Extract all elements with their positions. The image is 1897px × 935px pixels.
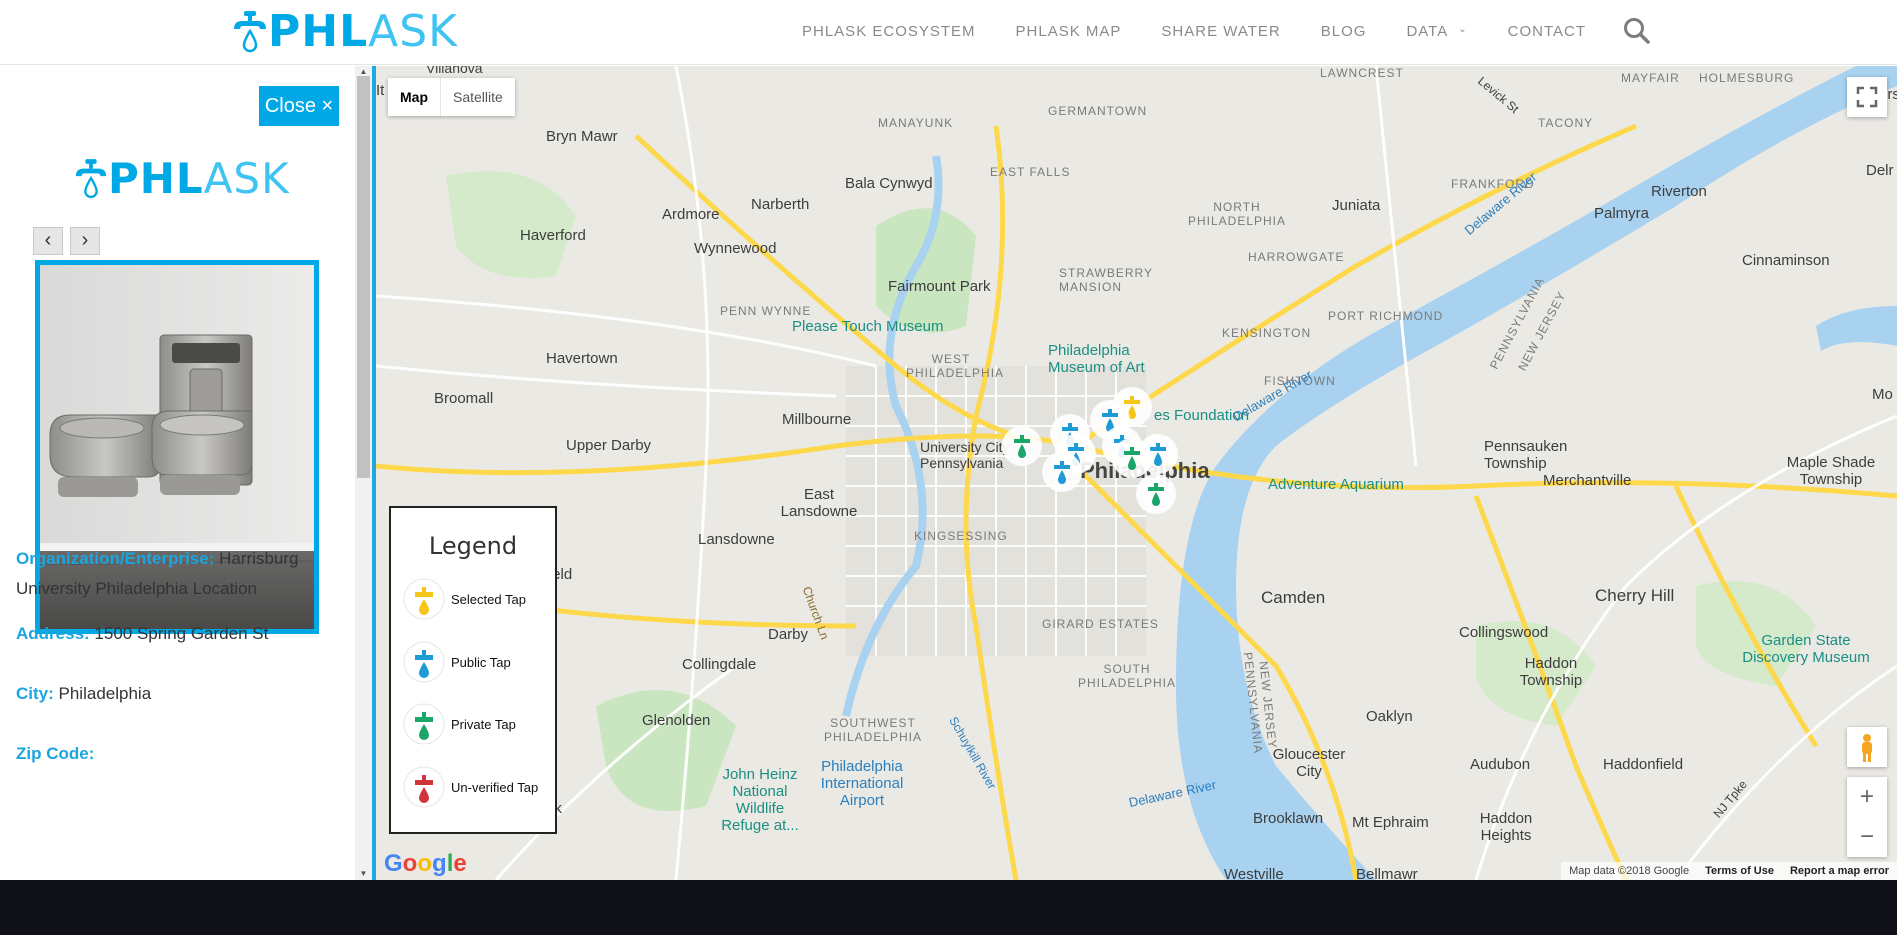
unverified-tap-icon — [403, 766, 445, 808]
search-icon[interactable] — [1622, 16, 1652, 46]
panel-logo-wordmark: PHLASK — [108, 157, 290, 200]
zip-key: Zip Code: — [16, 744, 95, 763]
scrollbar-thumb[interactable] — [357, 76, 370, 478]
nav-share-water[interactable]: SHARE WATER — [1161, 23, 1280, 40]
top-navbar: PHLASK PHLASK ECOSYSTEM PHLASK MAP SHARE… — [0, 0, 1897, 65]
street-view-pegman-icon[interactable] — [1847, 727, 1887, 767]
tap-marker-private[interactable] — [1136, 474, 1176, 514]
zoom-control: + − — [1847, 777, 1887, 857]
tap-markers-layer — [1002, 387, 1178, 514]
city-key: City: — [16, 684, 54, 703]
logo-phl: PHL — [268, 6, 369, 57]
logo-phl: PHL — [108, 153, 204, 203]
legend-label-selected: Selected Tap — [451, 591, 526, 607]
faucet-logo-icon — [75, 158, 107, 198]
legend-item-unverified: Un-verified Tap — [403, 766, 538, 808]
panel-phlask-logo: PHLASK — [74, 156, 290, 201]
scroll-down-icon[interactable]: ▼ — [355, 868, 372, 880]
legend-item-public: Public Tap — [403, 641, 511, 683]
terms-of-use-link[interactable]: Terms of Use — [1705, 865, 1774, 877]
map-attribution: Map data ©2018 Google Terms of Use Repor… — [1561, 862, 1897, 880]
legend-item-selected: Selected Tap — [403, 578, 526, 620]
nav-phlask-ecosystem[interactable]: PHLASK ECOSYSTEM — [802, 23, 976, 40]
logo-ask: ASK — [203, 153, 290, 203]
city-field: City: Philadelphia — [16, 679, 336, 709]
legend-item-private: Private Tap — [403, 703, 516, 745]
legend-label-public: Public Tap — [451, 654, 511, 670]
address-value: 1500 Spring Garden St — [94, 624, 269, 643]
public-tap-icon — [403, 641, 445, 683]
google-logo[interactable]: Google — [384, 850, 467, 878]
map-type-control: Map Satellite — [388, 78, 515, 116]
faucet-logo-icon — [234, 11, 266, 53]
panel-scrollbar[interactable]: ▲ ▼ — [355, 66, 372, 880]
next-photo-button[interactable]: › — [70, 227, 100, 255]
legend-title: Legend — [428, 532, 518, 560]
map-view[interactable]: It Villanova Bryn Mawr MANAYUNK GERMANTO… — [376, 66, 1897, 880]
close-button[interactable]: Close × — [259, 86, 339, 126]
nav-data-label: DATA — [1406, 22, 1449, 40]
address-key: Address: — [16, 624, 90, 643]
prev-photo-button[interactable]: ‹ — [33, 227, 63, 255]
zoom-out-button[interactable]: − — [1847, 817, 1887, 857]
main-nav: PHLASK ECOSYSTEM PHLASK MAP SHARE WATER … — [802, 0, 1626, 62]
legend-label-unverified: Un-verified Tap — [451, 779, 539, 795]
logo-ask: ASK — [368, 6, 458, 57]
tap-marker-private[interactable] — [1002, 426, 1042, 466]
logo-wordmark: PHLASK — [268, 10, 458, 54]
phlask-logo[interactable]: PHLASK — [232, 8, 458, 56]
report-map-error-link[interactable]: Report a map error — [1790, 865, 1889, 877]
selected-tap-icon — [403, 578, 445, 620]
map-legend: Legend Selected Tap Public Tap Private T… — [389, 506, 557, 834]
city-value: Philadelphia — [58, 684, 152, 703]
map-data-credit: Map data ©2018 Google — [1569, 865, 1690, 877]
nav-phlask-map[interactable]: PHLASK MAP — [1016, 23, 1122, 40]
fullscreen-icon[interactable] — [1847, 77, 1887, 117]
private-tap-icon — [403, 703, 445, 745]
map-type-satellite-button[interactable]: Satellite — [440, 78, 515, 116]
zip-field: Zip Code: — [16, 739, 336, 769]
map-type-map-button[interactable]: Map — [388, 78, 440, 116]
chevron-down-icon: ⌄ — [1458, 23, 1468, 35]
address-field: Address: 1500 Spring Garden St — [16, 619, 336, 649]
legend-label-private: Private Tap — [451, 716, 516, 732]
tap-marker-public[interactable] — [1042, 452, 1082, 492]
tap-marker-private[interactable] — [1112, 438, 1152, 478]
nav-blog[interactable]: BLOG — [1321, 23, 1367, 40]
organization-field: Organization/Enterprise: Harrisburg Univ… — [16, 544, 336, 604]
os-taskbar — [0, 880, 1897, 935]
organization-key: Organization/Enterprise: — [16, 549, 215, 568]
tap-info-panel: Close × PHLASK ‹ › Organization/Enterpri… — [0, 66, 355, 880]
zoom-in-button[interactable]: + — [1847, 777, 1887, 817]
nav-contact[interactable]: CONTACT — [1508, 23, 1586, 40]
nav-data[interactable]: DATA ⌄ — [1406, 23, 1467, 40]
